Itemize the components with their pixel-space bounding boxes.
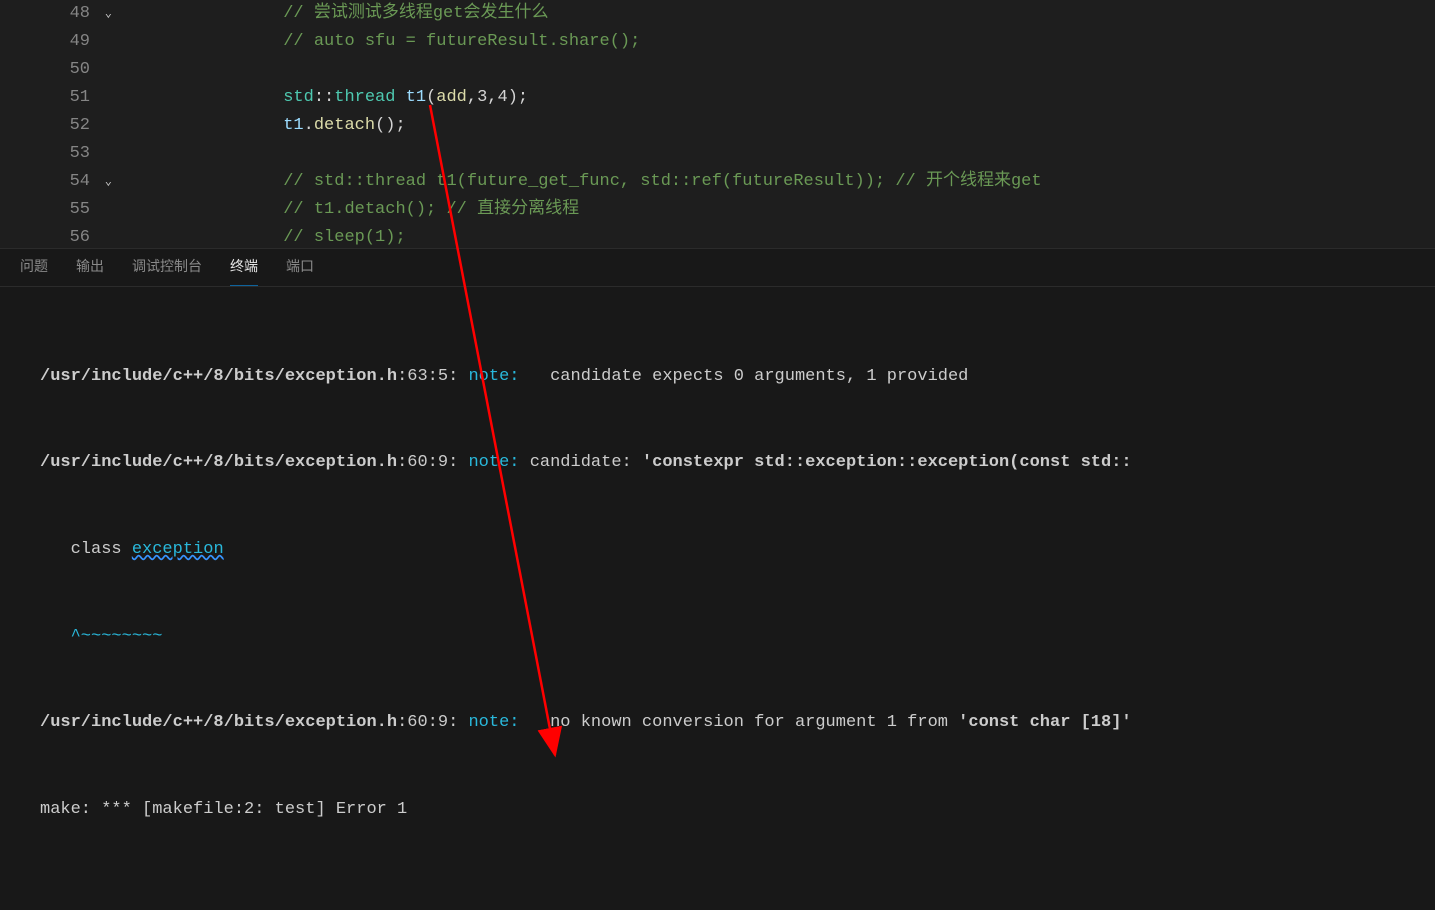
panel-tabs: 问题 输出 调试控制台 终端 端口: [0, 249, 1435, 287]
code-line[interactable]: 49 // auto sfu = futureResult.share();: [0, 28, 1435, 56]
code-line[interactable]: 51 std::thread t1(add,3,4);: [0, 84, 1435, 112]
tab-problems[interactable]: 问题: [20, 257, 48, 286]
tab-ports[interactable]: 端口: [286, 257, 314, 286]
line-number: 50: [0, 56, 120, 83]
line-number: 51: [0, 84, 120, 111]
line-number: 53: [0, 140, 120, 167]
chevron-down-icon[interactable]: ⌄: [105, 172, 112, 191]
chevron-down-icon[interactable]: ⌄: [105, 4, 112, 23]
tab-output[interactable]: 输出: [76, 257, 104, 286]
line-number: 49: [0, 28, 120, 55]
line-number: 56: [0, 224, 120, 248]
line-number: 48⌄: [0, 0, 120, 27]
code-line[interactable]: 55 // t1.detach(); // 直接分离线程: [0, 196, 1435, 224]
line-number: 54⌄: [0, 168, 120, 195]
code-line[interactable]: 50: [0, 56, 1435, 84]
terminal[interactable]: /usr/include/c++/8/bits/exception.h:63:5…: [0, 287, 1435, 910]
panel-area: 问题 输出 调试控制台 终端 端口 /usr/include/c++/8/bit…: [0, 248, 1435, 910]
line-number: 52: [0, 112, 120, 139]
editor-area: 48⌄ // 尝试测试多线程get会发生什么 49 // auto sfu = …: [0, 0, 1435, 248]
tab-terminal[interactable]: 终端: [230, 257, 258, 286]
code-line[interactable]: 54⌄ // std::thread t1(future_get_func, s…: [0, 168, 1435, 196]
code-line[interactable]: 53: [0, 140, 1435, 168]
code-line[interactable]: 52 t1.detach();: [0, 112, 1435, 140]
code-line[interactable]: 48⌄ // 尝试测试多线程get会发生什么: [0, 0, 1435, 28]
tab-debug-console[interactable]: 调试控制台: [132, 257, 202, 286]
line-number: 55: [0, 196, 120, 223]
code-line[interactable]: 56 // sleep(1);: [0, 224, 1435, 248]
